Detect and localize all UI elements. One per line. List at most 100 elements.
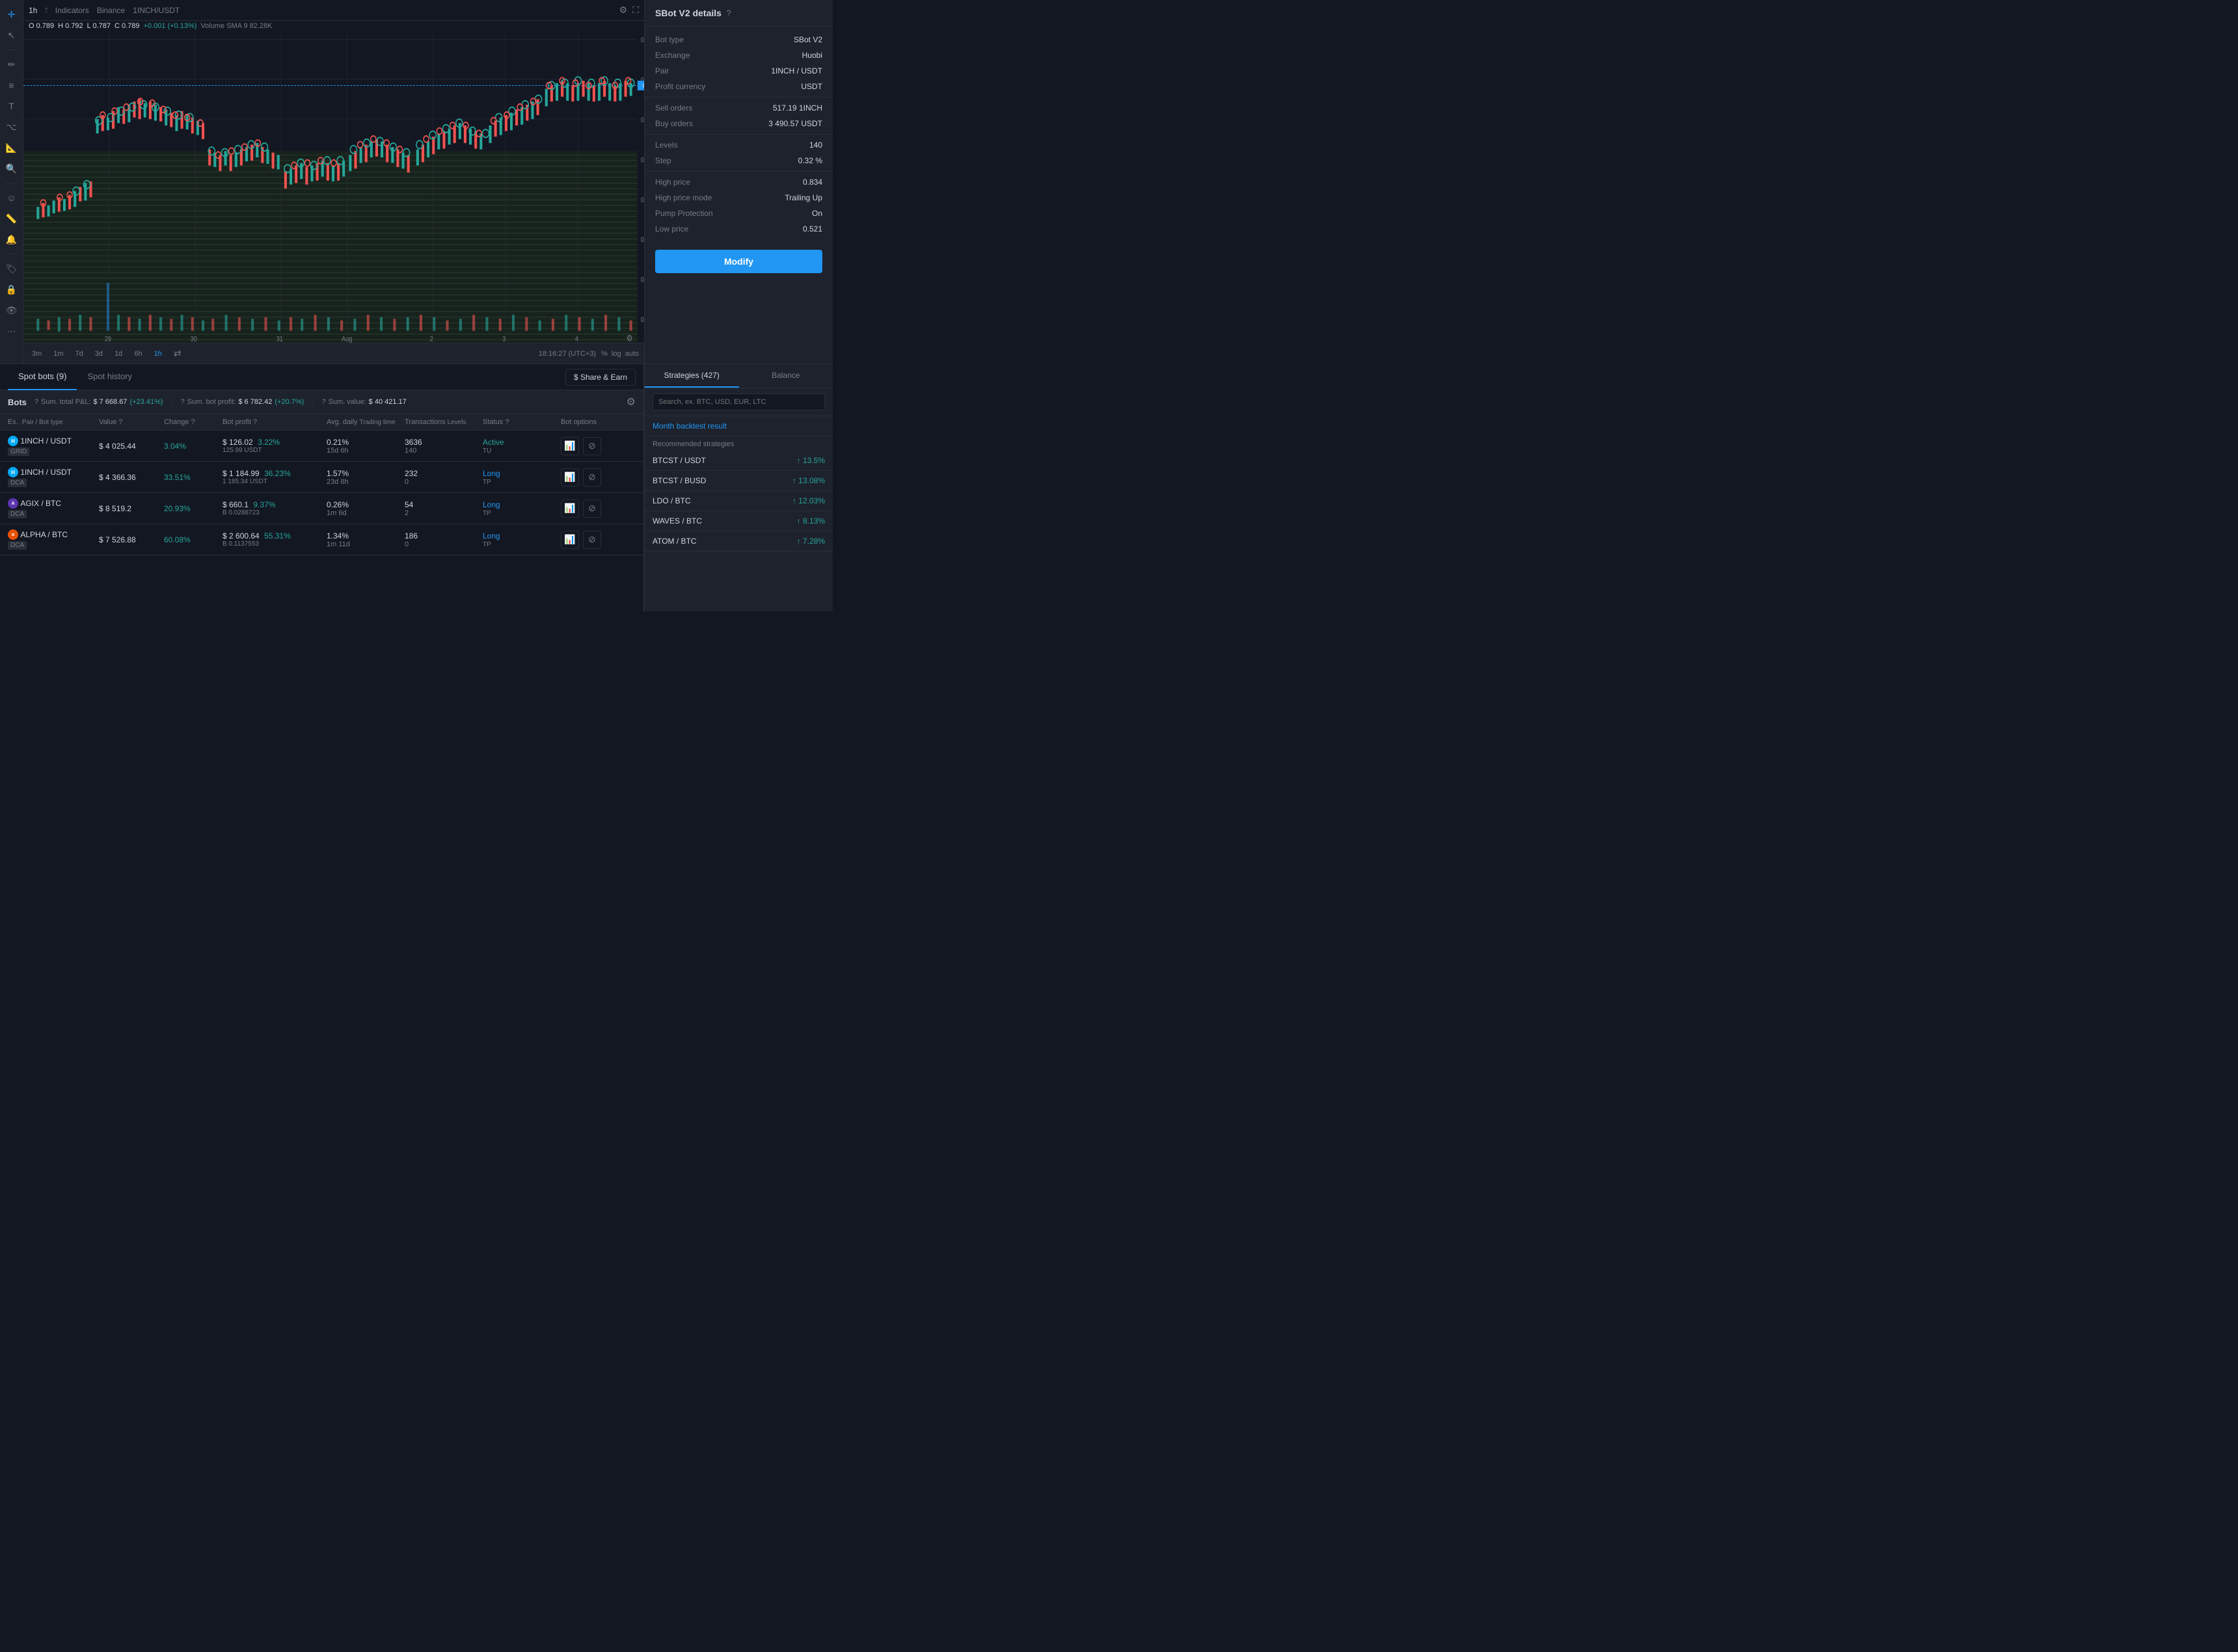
avg-time-1: 23d 8h (327, 478, 405, 486)
trans-num-3: 186 (405, 531, 483, 540)
stats-btn-0[interactable]: 📊 (561, 437, 579, 455)
strat-pct-1: ↑ 13.08% (792, 476, 825, 485)
pair-row-1: H 1INCH / USDT (8, 467, 99, 477)
value-col-2: $ 8 519.2 (99, 504, 164, 513)
fullscreen-icon[interactable]: ⛶ (632, 5, 639, 16)
timeframe-3m[interactable]: 3m (29, 349, 45, 359)
alert-tool[interactable]: 🔔 (3, 230, 21, 248)
chart-time-display: 18:16:27 (UTC+3) (539, 350, 596, 358)
log-view[interactable]: log (612, 350, 621, 358)
timeframe-3d[interactable]: 3d (92, 349, 106, 359)
help-value-icon: ? (321, 398, 325, 406)
tab-spot-history[interactable]: Spot history (77, 364, 142, 390)
profit-col-3: $ 2 600.64 55.31% B 0.1137553 (222, 531, 327, 548)
eye-tool[interactable]: 👁 (3, 301, 21, 319)
sbot-label-pump-protection: Pump Protection (655, 209, 713, 218)
trans-col-2: 54 2 (405, 500, 483, 517)
trans-col-0: 3636 140 (405, 438, 483, 455)
compare-btn[interactable]: ⇄ (170, 347, 185, 360)
timeframe-7d[interactable]: 7d (72, 349, 87, 359)
value-col-3: $ 7 526.88 (99, 535, 164, 544)
svg-text:0.789: 0.789 (643, 82, 644, 89)
backtest-month[interactable]: Month (653, 421, 674, 431)
pair-label[interactable]: 1INCH/USDT (133, 6, 180, 15)
indicators-btn[interactable]: Indicators (55, 6, 89, 15)
avg-col-2: 0.26% 1m 6d (327, 500, 405, 517)
cursor-tool[interactable]: ↖ (3, 26, 21, 44)
candle-type-btn[interactable]: 🕯 (45, 5, 47, 15)
filter-button[interactable]: ⚙ (627, 395, 636, 408)
ohlc-open: O 0.789 (29, 22, 54, 30)
avg-time-3: 1m 11d (327, 540, 405, 548)
pencil-tool[interactable]: ✏ (3, 55, 21, 73)
sbot-divider-1 (645, 97, 833, 98)
zoom-tool[interactable]: 🔍 (3, 159, 21, 178)
col-pair-label: Pair / Bot type (22, 419, 63, 426)
ruler-tool[interactable]: 📏 (3, 209, 21, 228)
strategy-item[interactable]: LDO / BTC ↑ 12.03% (645, 491, 833, 511)
sbot-label-levels: Levels (655, 140, 678, 150)
exchange-icon-binance-3: α (8, 529, 18, 540)
pair-col-0: H 1INCH / USDT GRID (8, 436, 99, 456)
tab-spot-bots[interactable]: Spot bots (9) (8, 364, 77, 390)
lines-tool[interactable]: ≡ (3, 76, 21, 94)
sbot-value-high-price: 0.834 (803, 178, 822, 187)
lock-tool[interactable]: 🔒 (3, 280, 21, 299)
cancel-btn-0[interactable]: ⊘ (583, 437, 601, 455)
svg-text:0.750: 0.750 (641, 116, 644, 124)
strategy-item[interactable]: BTCST / USDT ↑ 13.5% (645, 451, 833, 471)
measure-tool[interactable]: 📐 (3, 139, 21, 157)
change-col-1: 33.51% (164, 473, 222, 482)
cancel-btn-3[interactable]: ⊘ (583, 531, 601, 549)
stats-btn-2[interactable]: 📊 (561, 500, 579, 518)
cancel-btn-1[interactable]: ⊘ (583, 468, 601, 486)
timeframe-1h[interactable]: 1h (29, 6, 37, 15)
strategy-item[interactable]: WAVES / BTC ↑ 8.13% (645, 511, 833, 531)
share-earn-button[interactable]: $ Share & Earn (565, 369, 636, 386)
trans-col-1: 232 0 (405, 469, 483, 486)
timeframe-6h[interactable]: 6h (131, 349, 145, 359)
smiley-tool[interactable]: ☺ (3, 189, 21, 207)
pair-name-3: ALPHA / BTC (20, 530, 68, 539)
tabs-bar: Spot bots (9) Spot history $ Share & Ear… (0, 364, 643, 390)
modify-button[interactable]: Modify (655, 250, 822, 273)
pct-view[interactable]: % (601, 350, 608, 358)
summary-profit: ? Sum. bot profit: $ 6 782.42 (+20.7%) (181, 398, 304, 406)
tab-balance[interactable]: Balance (739, 364, 833, 388)
bot-type-2: DCA (8, 510, 27, 518)
backtest-suffix: backtest result (677, 421, 727, 431)
strategy-item[interactable]: BTCST / BUSD ↑ 13.08% (645, 471, 833, 491)
strat-pair-1: BTCST / BUSD (653, 476, 706, 485)
bot-options-3: 📊 ⊘ (561, 531, 639, 549)
profit-col-1: $ 1 184.99 36.23% 1 185.34 USDT (222, 469, 327, 485)
text-tool[interactable]: T (3, 97, 21, 115)
chart-canvas[interactable]: 0.850 0.800 0.750 0.700 0.650 0.600 0.55… (23, 31, 644, 343)
auto-view[interactable]: auto (625, 350, 639, 358)
avg-pct-0: 0.21% (327, 438, 405, 447)
strategy-item[interactable]: ATOM / BTC ↑ 7.28% (645, 531, 833, 552)
label-tool[interactable]: 🏷 (3, 260, 21, 278)
exchange-label[interactable]: Binance (97, 6, 125, 15)
col-exchange-label: Ex. (8, 418, 18, 426)
timeframe-1h-bottom[interactable]: 1h (151, 349, 165, 359)
help-icon[interactable]: ? (727, 8, 731, 18)
search-input[interactable] (653, 393, 825, 410)
timeframe-1d[interactable]: 1d (111, 349, 126, 359)
profit-val-0: $ 126.02 (222, 438, 253, 447)
sbot-row-buy-orders: Buy orders 3 490.57 USDT (645, 116, 833, 131)
sbot-divider-3 (645, 171, 833, 172)
cancel-btn-2[interactable]: ⊘ (583, 500, 601, 518)
crosshair-tool[interactable]: ✛ (3, 5, 21, 23)
stats-btn-3[interactable]: 📊 (561, 531, 579, 549)
change-col-0: 3.04% (164, 442, 222, 451)
strategies-tabs: Strategies (427) Balance (645, 364, 833, 388)
change-col-2: 20.93% (164, 504, 222, 513)
settings-icon[interactable]: ⚙ (619, 5, 628, 16)
more-tool[interactable]: ⋯ (3, 322, 21, 340)
tab-strategies[interactable]: Strategies (427) (645, 364, 739, 388)
timeframe-1m[interactable]: 1m (50, 349, 66, 359)
sbot-row-step: Step 0.32 % (645, 153, 833, 168)
node-tool[interactable]: ⌥ (3, 118, 21, 136)
stats-btn-1[interactable]: 📊 (561, 468, 579, 486)
col-bot-profit: Bot profit ? (222, 418, 327, 426)
